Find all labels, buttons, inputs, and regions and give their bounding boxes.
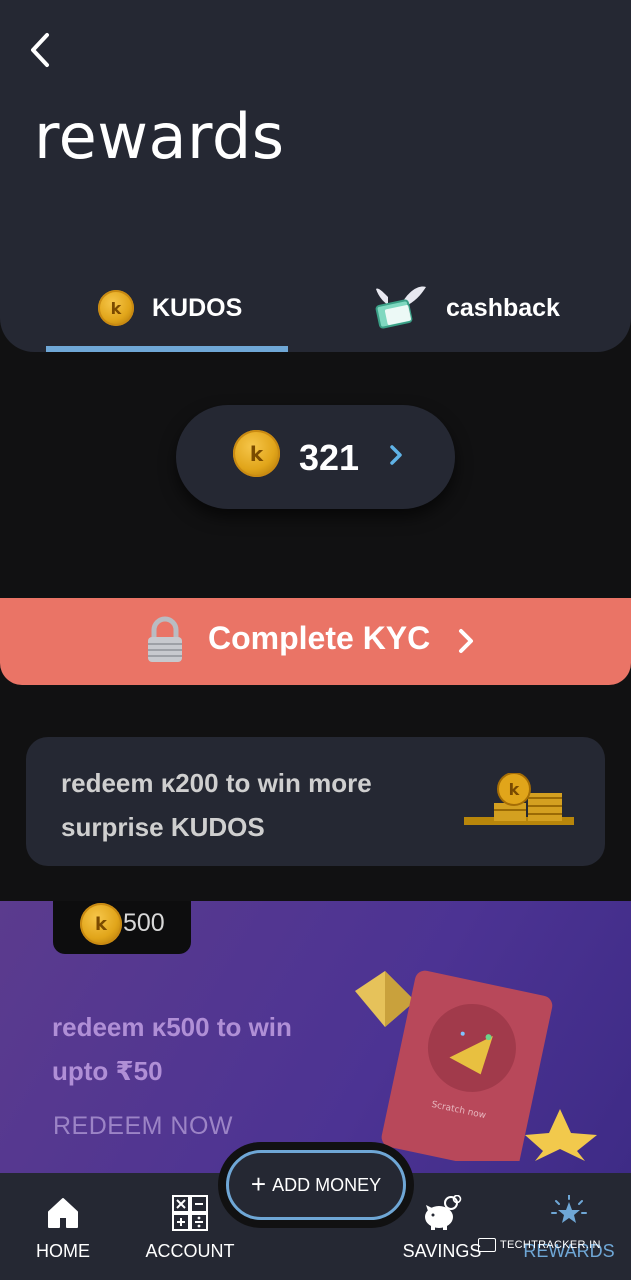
kudos-balance-button[interactable]: k 321 [176, 405, 455, 509]
nav-home-label: HOME [36, 1241, 90, 1261]
nav-home[interactable]: HOME [34, 1195, 92, 1262]
home-icon [48, 1198, 78, 1228]
promo-line2: upto ₹50 [52, 1056, 163, 1086]
plus-icon: + [250, 1169, 267, 1199]
tab-cashback-label: cashback [446, 293, 560, 322]
promo-text: redeem ᴋ500 to win upto ₹50 [52, 1005, 292, 1093]
complete-kyc-banner[interactable]: Complete KYC [0, 598, 631, 685]
active-tab-indicator [46, 346, 288, 352]
lock-icon [148, 616, 182, 662]
watermark-logo-icon [478, 1238, 496, 1252]
add-money-label: ADD MONEY [272, 1174, 382, 1195]
nav-savings[interactable]: SAVINGS [402, 1195, 482, 1262]
page-title: rewards [34, 100, 285, 173]
watermark: TECHTRACKER.IN [478, 1238, 601, 1252]
redeem-200-text: redeem ᴋ200 to win more surprise KUDOS [61, 761, 372, 849]
kudos-coin-icon: k [233, 430, 280, 477]
kudos-cost-value: 500 [123, 909, 165, 937]
chevron-right-icon [459, 629, 473, 653]
redeem-200-card[interactable]: redeem ᴋ200 to win more surprise KUDOS k [26, 737, 605, 866]
add-money-button[interactable]: + ADD MONEY [226, 1150, 406, 1220]
calculator-icon [172, 1195, 208, 1231]
coin-stack-icon: k [464, 773, 574, 825]
winged-cash-icon [375, 286, 426, 329]
nav-account-label: ACCOUNT [145, 1241, 235, 1261]
header: rewards k KUDOS cashback [0, 0, 631, 352]
kudos-coin-icon: k [98, 290, 134, 326]
tab-kudos[interactable]: k KUDOS [98, 280, 242, 336]
redeem-200-line2: surprise KUDOS [61, 812, 265, 842]
redeem-200-line1: redeem ᴋ200 to win more [61, 768, 372, 798]
kudos-balance-value: 321 [299, 437, 360, 478]
chevron-left-icon [31, 33, 49, 67]
promo-line1: redeem ᴋ500 to win [52, 1012, 292, 1042]
redeem-now-button[interactable]: REDEEM NOW [53, 1112, 233, 1141]
nav-savings-label: SAVINGS [402, 1241, 482, 1261]
back-button[interactable] [22, 30, 58, 70]
chevron-right-icon [390, 445, 402, 465]
star-icon [551, 1195, 587, 1223]
tab-kudos-label: KUDOS [152, 293, 243, 322]
watermark-text: TECHTRACKER.IN [500, 1239, 601, 1251]
piggy-bank-icon [425, 1195, 462, 1230]
redeem-500-promo[interactable]: k 500 redeem ᴋ500 to win upto ₹50 REDEEM… [0, 901, 631, 1175]
kyc-label: Complete KYC [208, 620, 431, 656]
tab-cashback[interactable]: cashback [372, 280, 560, 336]
nav-account[interactable]: ACCOUNT [144, 1195, 236, 1262]
scratch-card-illustration: Scratch now [355, 970, 597, 1161]
kudos-coin-icon: k [80, 903, 122, 945]
kudos-cost-badge: k 500 [53, 901, 191, 954]
svg-text:k: k [509, 780, 520, 799]
